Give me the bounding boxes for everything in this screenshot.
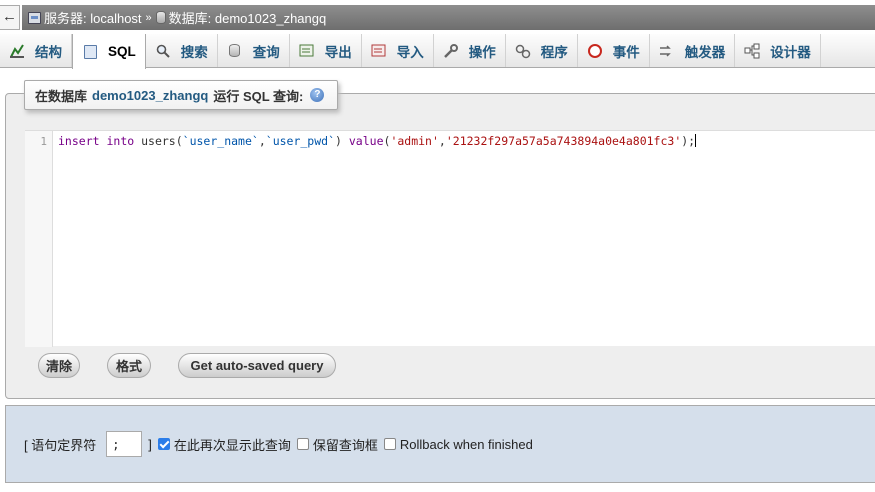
tab-import-label: 导入 bbox=[396, 44, 424, 60]
tab-bar: 结构 SQL 搜索 查询 导出 导入 操作 程序 事件 触发器 设计器 bbox=[0, 34, 875, 69]
wrench-icon bbox=[443, 43, 459, 59]
clock-icon bbox=[587, 43, 603, 59]
breadcrumb: 服务器: localhost » 数据库: demo1023_zhangq bbox=[22, 5, 875, 30]
tab-events-label: 事件 bbox=[612, 44, 640, 60]
retain-query-box-label[interactable]: 保留查询框 bbox=[313, 435, 378, 454]
breadcrumb-database-link[interactable]: 数据库: demo1023_zhangq bbox=[169, 8, 327, 27]
delimiter-bracket-close: ] bbox=[148, 436, 152, 452]
code-line[interactable]: insert into users(`user_name`,`user_pwd`… bbox=[58, 134, 697, 148]
database-icon bbox=[155, 11, 166, 24]
delimiter-input[interactable]: ; bbox=[106, 431, 143, 457]
tab-search[interactable]: 搜索 bbox=[146, 34, 218, 67]
tab-operations-label: 操作 bbox=[468, 44, 496, 60]
structure-icon bbox=[9, 43, 25, 59]
code-string: '21232f297a57a5a743894a0e4a801fc3' bbox=[445, 134, 682, 148]
code-text: , bbox=[258, 134, 266, 148]
tab-events[interactable]: 事件 bbox=[578, 34, 650, 67]
designer-icon bbox=[744, 43, 760, 59]
breadcrumb-server-link[interactable]: 服务器: localhost bbox=[44, 8, 142, 27]
tab-sql[interactable]: SQL bbox=[72, 34, 146, 69]
tab-import[interactable]: 导入 bbox=[362, 34, 434, 67]
tab-query[interactable]: 查询 bbox=[218, 34, 290, 67]
breadcrumb-separator: » bbox=[145, 11, 152, 24]
export-icon bbox=[299, 43, 315, 59]
help-icon[interactable]: ? bbox=[310, 88, 325, 102]
show-again-checkbox[interactable] bbox=[157, 438, 170, 450]
sql-editor[interactable]: 1 insert into users(`user_name`,`user_pw… bbox=[25, 130, 875, 347]
show-again-label[interactable]: 在此再次显示此查询 bbox=[174, 435, 291, 454]
tab-triggers[interactable]: 触发器 bbox=[650, 34, 736, 67]
tab-structure[interactable]: 结构 bbox=[0, 34, 72, 67]
code-keyword: into bbox=[106, 134, 135, 148]
code-text: users( bbox=[134, 134, 183, 148]
code-identifier: `user_pwd` bbox=[265, 134, 336, 148]
back-arrow-icon[interactable]: ← bbox=[0, 5, 20, 30]
legend-suffix: 运行 SQL 查询: bbox=[213, 88, 304, 104]
code-keyword: value bbox=[348, 134, 384, 148]
query-options-row: [ 语句定界符 ; ] 在此再次显示此查询 保留查询框 Rollback whe… bbox=[24, 431, 533, 457]
tab-query-label: 查询 bbox=[252, 44, 280, 60]
text-cursor bbox=[695, 134, 697, 147]
tab-sql-label: SQL bbox=[108, 44, 136, 59]
delimiter-label: [ 语句定界符 bbox=[24, 437, 97, 453]
format-button[interactable]: 格式 bbox=[107, 353, 151, 378]
query-icon bbox=[227, 43, 243, 59]
tab-triggers-label: 触发器 bbox=[684, 44, 726, 60]
legend-prefix: 在数据库 bbox=[35, 88, 88, 104]
tab-routines-label: 程序 bbox=[540, 44, 568, 60]
retain-query-box-checkbox[interactable] bbox=[296, 438, 309, 450]
tab-export[interactable]: 导出 bbox=[290, 34, 362, 67]
code-text: , bbox=[438, 134, 446, 148]
sql-icon bbox=[82, 44, 98, 60]
code-keyword: insert bbox=[58, 134, 100, 148]
rollback-checkbox[interactable] bbox=[383, 438, 396, 450]
tab-structure-label: 结构 bbox=[35, 44, 62, 60]
code-text: ) bbox=[335, 134, 349, 148]
search-icon bbox=[155, 43, 171, 59]
rollback-label[interactable]: Rollback when finished bbox=[400, 437, 533, 452]
tab-export-label: 导出 bbox=[324, 44, 352, 60]
tab-search-label: 搜索 bbox=[180, 44, 208, 60]
import-icon bbox=[371, 43, 387, 59]
tab-designer-label: 设计器 bbox=[770, 44, 811, 60]
routines-icon bbox=[515, 43, 531, 59]
code-string: 'admin' bbox=[390, 134, 439, 148]
clear-button[interactable]: 清除 bbox=[38, 353, 80, 378]
server-icon bbox=[28, 11, 41, 24]
legend-database-link[interactable]: demo1023_zhangq bbox=[92, 88, 208, 103]
code-identifier: `user_name` bbox=[182, 134, 259, 148]
tab-designer[interactable]: 设计器 bbox=[735, 34, 821, 67]
line-number: 1 bbox=[40, 135, 47, 148]
line-number-gutter: 1 bbox=[25, 131, 53, 347]
sql-query-legend: 在数据库 demo1023_zhangq 运行 SQL 查询: ? bbox=[24, 80, 338, 110]
tab-operations[interactable]: 操作 bbox=[434, 34, 506, 67]
get-auto-saved-query-button[interactable]: Get auto-saved query bbox=[178, 353, 336, 378]
triggers-icon bbox=[659, 43, 675, 59]
code-text: ); bbox=[681, 134, 696, 148]
tab-routines[interactable]: 程序 bbox=[506, 34, 578, 67]
top-bar: ← 服务器: localhost » 数据库: demo1023_zhangq bbox=[0, 0, 875, 34]
